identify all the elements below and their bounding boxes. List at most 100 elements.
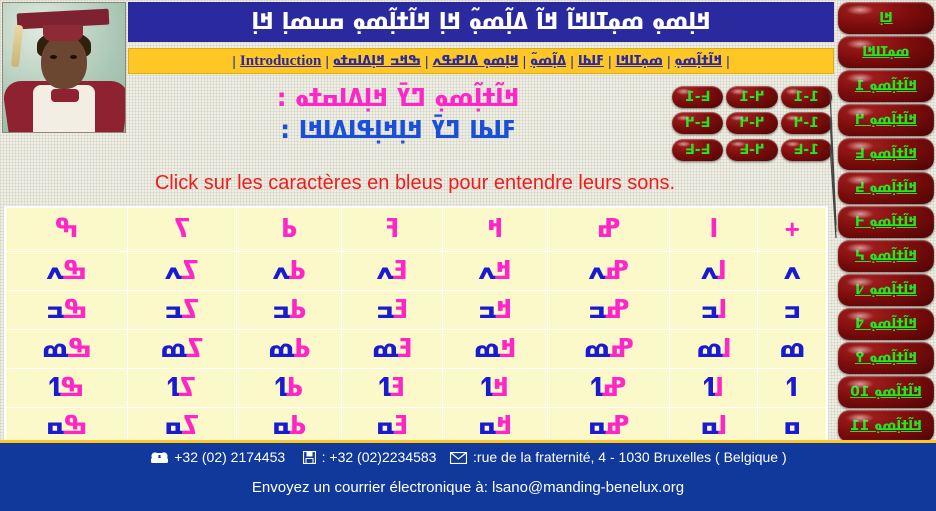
sidebar-item-2[interactable]: ߞߊ߬ߙߊ߲߬ߘߋ߲ ߁ xyxy=(838,70,934,102)
syllable-cell-1-4[interactable]: ߞߏ xyxy=(441,289,549,330)
syllable-cell-2-6[interactable]: ߊߘ xyxy=(669,328,759,369)
digit-pad-button-1-1[interactable]: ߂-߂ xyxy=(726,112,778,135)
telephone-icon xyxy=(151,452,169,463)
digit-pad-button-0-2[interactable]: ߁-߁ xyxy=(780,86,832,108)
syllable-cell-3-0[interactable]: ߒߗ xyxy=(4,367,129,408)
syllable-cell-3-2[interactable]: ߕߗ xyxy=(236,367,343,408)
vowel-cell-1[interactable]: ߏ xyxy=(757,289,828,330)
nav-separator: | xyxy=(726,53,730,69)
syllable-cell-1-2[interactable]: ߕߏ xyxy=(236,289,343,330)
syllable-vowel: ߛ xyxy=(164,411,183,442)
digit-pad-button-1-0[interactable]: ߃-߂ xyxy=(672,112,724,135)
digit-pad-label: ߁-߂ xyxy=(793,115,819,132)
digit-pad-button-2-2[interactable]: ߁-߃ xyxy=(780,138,832,161)
nav-separator: | xyxy=(607,53,612,69)
header-consonant: ߕ xyxy=(281,214,298,245)
header-cell-0[interactable]: ߒ xyxy=(4,206,129,252)
syllable-cell-2-3[interactable]: ߔߘ xyxy=(341,328,443,369)
syllable-cell-2-2[interactable]: ߕߘ xyxy=(236,328,343,369)
sidebar-item-label: ߞߊ߬ߙߊ߲߬ߘߋ߲ ߄ xyxy=(854,180,918,196)
lesson-sidebar[interactable]: ߞߊ߲ ߘߋ߲ߠߊߞߊ ߞߊ߬ߙߊ߲߬ߘߋ߲ ߁ ߞߊ߬ߙߊ߲߬ߘߋ߲ ߂ ߞߊ… xyxy=(838,2,934,476)
sidebar-item-label: ߘߋ߲ߠߊߞߊ xyxy=(862,44,910,60)
syllable-cell-1-1[interactable]: ߖߏ xyxy=(127,289,238,330)
sidebar-item-6[interactable]: ߞߊ߬ߙߊ߲߬ߘߋ߲ ߅ xyxy=(838,206,934,238)
heading-block: ߞߊ߬ߙߊ߲߬ߘߋ߲ ߣߌ߫ ߞߊ߲ߡߊߛߙߋ : ߓߊߕߊ ߣߌ߫ ߞߊ߲ߞߊ… xyxy=(128,82,668,157)
syllable-cell-2-1[interactable]: ߖߘ xyxy=(127,328,238,369)
syllable-cell-0-5[interactable]: ߝߍ xyxy=(547,250,671,291)
syllable-cell-1-3[interactable]: ߔߏ xyxy=(341,289,443,330)
syllable-2-5: ߝߘ xyxy=(584,334,634,364)
syllable-cell-1-5[interactable]: ߝߏ xyxy=(547,289,671,330)
nav-separator: | xyxy=(667,53,671,69)
digit-pad-button-0-0[interactable]: ߃-߁ xyxy=(672,86,724,108)
syllable-cell-1-6[interactable]: ߊߏ xyxy=(669,289,759,330)
syllable-cell-3-6[interactable]: ߊߗ xyxy=(669,367,759,408)
sidebar-item-5[interactable]: ߞߊ߬ߙߊ߲߬ߘߋ߲ ߄ xyxy=(838,172,934,204)
syllable-consonant: ߕ xyxy=(289,411,307,442)
syllable-cell-0-0[interactable]: ߒߍ xyxy=(4,250,129,291)
header-cell-2[interactable]: ߕ xyxy=(236,206,343,252)
digit-pad-button-1-2[interactable]: ߁-߂ xyxy=(780,112,832,135)
nav-item-5[interactable]: ߒߞߏ ߞߊ߲ߡߊߛߙߋ xyxy=(333,53,421,69)
syllable-consonant: ߒ xyxy=(63,411,88,442)
syllable-cell-2-0[interactable]: ߒߘ xyxy=(4,328,129,369)
vowel-cell-0[interactable]: ߍ xyxy=(757,250,828,291)
sidebar-item-0[interactable]: ߞߊ߲ xyxy=(838,2,934,34)
sidebar-item-11[interactable]: ߞߊ߬ߙߊ߲߬ߘߋ߲ ߁߀ xyxy=(838,376,934,408)
syllable-cell-3-4[interactable]: ߞߗ xyxy=(441,367,549,408)
header-cell-6[interactable]: ߊ xyxy=(669,206,759,252)
syllable-cell-3-5[interactable]: ߝߗ xyxy=(547,367,671,408)
header-area: ߞߊ߲ߘߋ߲ ߘߋ߲ߠߊߞߊ߬ ߞߊ߬ ߡߊ߲߬ߘߋ߲߬ ߞߊ߲ ߞߊ߬ߙߊ߲߬… xyxy=(0,0,936,133)
syllable-vowel: ߏ xyxy=(700,294,719,325)
header-cell-1[interactable]: ߖ xyxy=(127,206,238,252)
sidebar-item-12[interactable]: ߞߊ߬ߙߊ߲߬ߘߋ߲ ߁߁ xyxy=(838,410,934,442)
digit-pad-button-0-1[interactable]: ߂-߁ xyxy=(726,86,778,108)
nav-item-0[interactable]: ߞߊ߬ߙߊ߲߬ߘߋ߲ xyxy=(675,53,722,69)
syllable-cell-0-6[interactable]: ߊߍ xyxy=(669,250,759,291)
nav-item-introduction[interactable]: Introduction xyxy=(240,53,321,70)
main-navigation[interactable]: | ߞߊ߬ߙߊ߲߬ߘߋ߲ | ߘߋ߲ߠߊߞߊ | ߓߊߕߊ | ߡߊ߲߬ߘߋ߲߬… xyxy=(128,48,834,74)
syllable-1-5: ߝߏ xyxy=(588,295,630,325)
digit-pad-button-2-1[interactable]: ߂-߃ xyxy=(726,138,778,161)
syllable-vowel: ߘ xyxy=(371,333,399,364)
syllable-1-1: ߖߏ xyxy=(164,295,200,325)
sidebar-item-7[interactable]: ߞߊ߬ߙߊ߲߬ߘߋ߲ ߆ xyxy=(838,240,934,272)
digit-pad-button-2-0[interactable]: ߃-߃ xyxy=(672,138,724,161)
sidebar-item-9[interactable]: ߞߊ߬ߙߊ߲߬ߘߋ߲ ߈ xyxy=(838,308,934,340)
syllable-consonant: ߔ xyxy=(393,411,409,442)
nav-item-2[interactable]: ߓߊߕߊ xyxy=(578,53,604,69)
syllable-vowel: ߘ xyxy=(159,333,187,364)
syllable-cell-0-2[interactable]: ߕߍ xyxy=(236,250,343,291)
syllable-cell-0-3[interactable]: ߔߍ xyxy=(341,250,443,291)
header-cell-5[interactable]: ߝ xyxy=(547,206,671,252)
syllable-cell-3-1[interactable]: ߖߗ xyxy=(127,367,238,408)
sidebar-item-10[interactable]: ߞߊ߬ߙߊ߲߬ߘߋ߲ ߉ xyxy=(838,342,934,374)
syllable-cell-0-4[interactable]: ߞߍ xyxy=(441,250,549,291)
digit-pad-grid[interactable]: ߃-߁ ߂-߁ ߁-߁ ߃-߂ ߂-߂ ߁-߂ ߃-߃ ߂-߃ ߁-߃ xyxy=(672,86,832,162)
syllable-cell-3-3[interactable]: ߔߗ xyxy=(341,367,443,408)
syllable-4-2: ߕߛ xyxy=(272,411,306,441)
sidebar-item-3[interactable]: ߞߊ߬ߙߊ߲߬ߘߋ߲ ߂ xyxy=(838,104,934,136)
header-cell-4[interactable]: ߞ xyxy=(441,206,549,252)
syllable-consonant: ߞ xyxy=(495,255,512,286)
syllable-cell-0-1[interactable]: ߖߍ xyxy=(127,250,238,291)
footer: +32 (02) 2174453 : +32 (02)2234583 :rue … xyxy=(0,440,936,511)
syllable-vowel: ߏ xyxy=(45,294,64,325)
syllable-vowel: ߘ xyxy=(583,333,611,364)
bow-tie xyxy=(51,89,79,102)
syllable-cell-2-4[interactable]: ߞߘ xyxy=(441,328,549,369)
face xyxy=(41,35,87,89)
sidebar-item-4[interactable]: ߞߊ߬ߙߊ߲߬ߘߋ߲ ߃ xyxy=(838,138,934,170)
vowel-cell-3[interactable]: ߗ xyxy=(757,367,828,408)
header-cell-3[interactable]: ߔ xyxy=(341,206,443,252)
nav-item-1[interactable]: ߘߋ߲ߠߊߞߊ xyxy=(616,53,663,69)
sidebar-item-1[interactable]: ߘߋ߲ߠߊߞߊ xyxy=(838,36,934,68)
nav-item-4[interactable]: ߞߊ߲ߘߋ߲ ߡߊߝߟߍ xyxy=(433,53,519,69)
syllable-cell-1-0[interactable]: ߒߏ xyxy=(4,289,129,330)
syllable-cell-2-5[interactable]: ߝߘ xyxy=(547,328,671,369)
nav-item-3[interactable]: ߡߊ߲߬ߘߋ߲߬ xyxy=(530,53,566,69)
footer-email-line[interactable]: Envoyez un courrier électronique à: lsan… xyxy=(0,479,936,496)
syllable-consonant: ߊ xyxy=(718,411,728,442)
sidebar-item-8[interactable]: ߞߊ߬ߙߊ߲߬ߘߋ߲ ߇ xyxy=(838,274,934,306)
vowel-cell-2[interactable]: ߘ xyxy=(757,328,828,369)
